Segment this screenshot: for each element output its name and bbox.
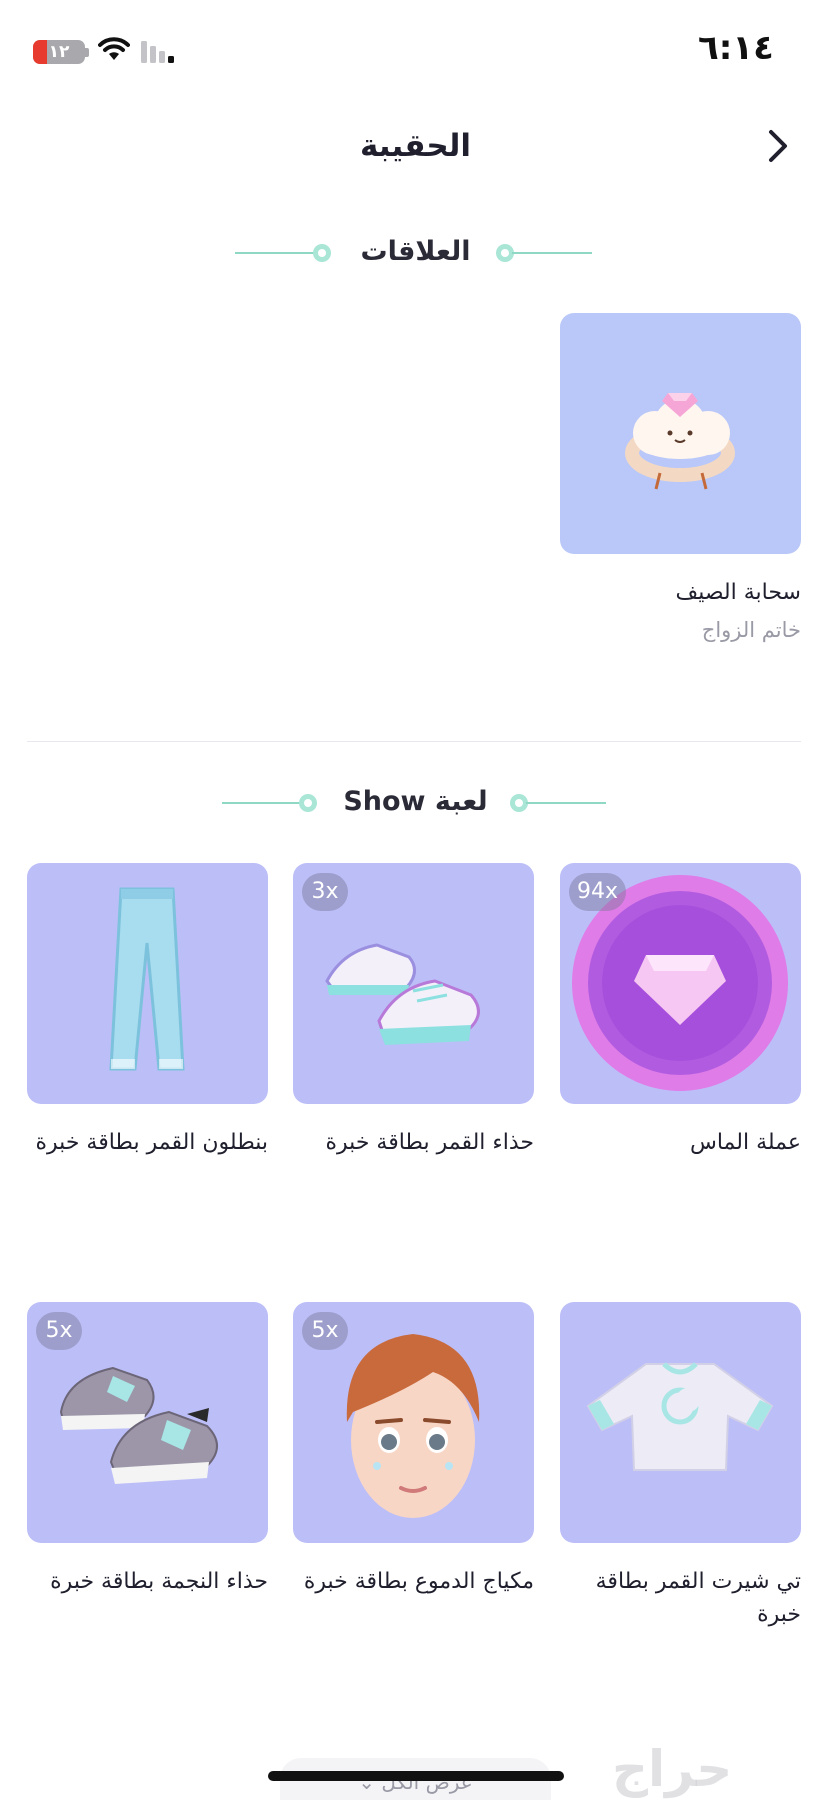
home-indicator[interactable] — [268, 1771, 564, 1781]
status-time: ٦:١٤ — [698, 28, 774, 68]
item-card-moon-sneakers[interactable]: 3x حذاء القمر بطاقة خبرة — [293, 863, 534, 1159]
chevron-right-icon — [769, 130, 787, 162]
item-name: عملة الماس — [689, 1130, 801, 1155]
item-card-star-sneakers[interactable]: 5x حذاء النجمة بطاقة خبرة — [27, 1302, 268, 1598]
item-name: حذاء القمر بطاقة خبرة — [325, 1130, 534, 1155]
item-image: 3x — [293, 863, 534, 1104]
item-name: بنطلون القمر بطاقة خبرة — [35, 1130, 268, 1155]
cloud-ring-icon — [625, 393, 735, 490]
section-decoration — [526, 802, 606, 804]
section-header-show-game: لعبة Show — [0, 778, 831, 828]
item-card-diamond-coin[interactable]: 94x عملة الماس — [560, 863, 801, 1159]
back-button[interactable] — [758, 126, 798, 166]
item-name: سحابة الصيف — [675, 580, 801, 605]
item-image — [560, 313, 801, 554]
section-header-relationships: العلاقات — [0, 228, 831, 278]
status-bar: ١٢ ٦:١٤ — [0, 0, 831, 100]
item-image: 5x — [27, 1302, 268, 1543]
quantity-badge: 5x — [36, 1312, 82, 1350]
item-image: 94x — [560, 863, 801, 1104]
item-image — [560, 1302, 801, 1543]
moon-pants-icon — [109, 887, 185, 1071]
section-decoration — [512, 252, 592, 254]
item-name: حذاء النجمة بطاقة خبرة — [50, 1569, 268, 1594]
item-card-moon-tshirt[interactable]: تي شيرت القمر بطاقة خبرة — [560, 1302, 801, 1631]
battery-level: ١٢ — [48, 42, 70, 62]
item-name: مكياج الدموع بطاقة خبرة — [303, 1569, 534, 1594]
section-divider — [27, 741, 801, 742]
item-name: تي شيرت القمر بطاقة خبرة — [595, 1569, 801, 1627]
item-card-summer-cloud[interactable]: سحابة الصيف خاتم الزواج — [560, 313, 801, 645]
watermark: حراج — [612, 1740, 733, 1798]
quantity-badge: 3x — [302, 873, 348, 911]
page-title: الحقيبة — [359, 128, 472, 164]
item-card-tears-makeup[interactable]: 5x مكياج الدموع بطاقة خبرة — [293, 1302, 534, 1598]
item-card-moon-pants[interactable]: بنطلون القمر بطاقة خبرة — [27, 863, 268, 1159]
quantity-badge: 94x — [569, 873, 627, 911]
item-image — [27, 863, 268, 1104]
wifi-icon — [98, 37, 130, 60]
quantity-badge: 5x — [302, 1312, 348, 1350]
section-title-relationships: العلاقات — [360, 236, 471, 267]
item-image: 5x — [293, 1302, 534, 1543]
moon-tshirt-icon — [586, 1362, 774, 1471]
battery-tip — [85, 48, 89, 57]
cellular-signal-icon — [141, 41, 174, 63]
item-subtitle: خاتم الزواج — [701, 618, 801, 642]
section-title-show-game: لعبة Show — [343, 786, 488, 817]
battery-icon: ١٢ — [33, 40, 85, 64]
